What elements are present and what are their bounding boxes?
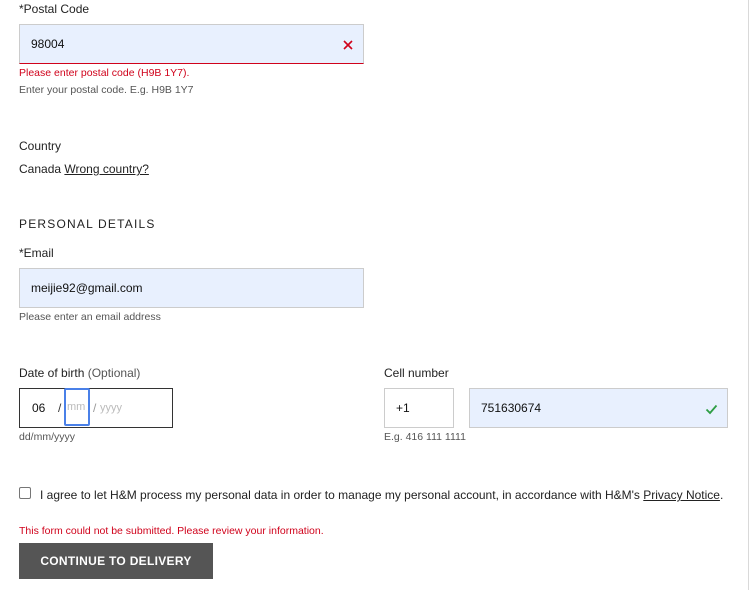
page-edge-divider — [748, 0, 749, 590]
dob-month-input[interactable]: mm — [64, 388, 90, 426]
dob-day-input[interactable]: 06 — [32, 401, 45, 415]
dob-optional: (Optional) — [87, 366, 141, 380]
postal-code-label: *Postal Code — [19, 2, 90, 16]
postal-code-value: 98004 — [31, 37, 65, 51]
consent-text: I agree to let H&M process my personal d… — [40, 488, 640, 502]
cell-number-input[interactable]: 751630674 — [469, 388, 728, 428]
cell-number-value: 751630674 — [481, 401, 542, 415]
country-value: Canada — [19, 162, 62, 176]
dob-label-text: Date of birth — [19, 366, 85, 380]
dob-year-input[interactable]: yyyy — [100, 402, 122, 414]
close-icon[interactable] — [342, 38, 354, 50]
postal-code-input[interactable]: 98004 — [19, 24, 364, 64]
postal-code-error: Please enter postal code (H9B 1Y7). — [19, 67, 190, 79]
email-input[interactable]: meijie92@gmail.com — [19, 268, 364, 308]
email-label: *Email — [19, 246, 54, 260]
country-label: Country — [19, 139, 62, 153]
cell-prefix-select[interactable]: +1 — [384, 388, 454, 428]
cell-hint: E.g. 416 111 1111 — [384, 431, 466, 443]
postal-code-hint: Enter your postal code. E.g. H9B 1Y7 — [19, 84, 194, 96]
email-value: meijie92@gmail.com — [31, 281, 143, 295]
email-hint: Please enter an email address — [19, 311, 161, 323]
cell-label: Cell number — [384, 366, 449, 380]
dob-separator: / — [58, 401, 62, 415]
dob-label: Date of birth (Optional) — [19, 366, 140, 380]
dob-separator: / — [93, 401, 97, 415]
dob-input-group: 06 / mm / yyyy — [19, 388, 173, 428]
consent-end: . — [719, 488, 724, 502]
personal-details-heading: PERSONAL DETAILS — [19, 217, 156, 231]
consent-text-row: I agree to let H&M process my personal d… — [40, 488, 723, 502]
wrong-country-link[interactable]: Wrong country? — [64, 162, 149, 176]
dob-hint: dd/mm/yyyy — [19, 431, 76, 443]
form-error: This form could not be submitted. Please… — [19, 525, 324, 537]
cell-prefix-value: +1 — [396, 401, 410, 415]
checkmark-icon — [705, 402, 718, 415]
country-row: Canada Wrong country? — [19, 162, 149, 176]
consent-checkbox[interactable] — [19, 487, 31, 499]
privacy-notice-link[interactable]: Privacy Notice — [643, 488, 720, 502]
continue-to-delivery-button[interactable]: CONTINUE TO DELIVERY — [19, 543, 213, 579]
